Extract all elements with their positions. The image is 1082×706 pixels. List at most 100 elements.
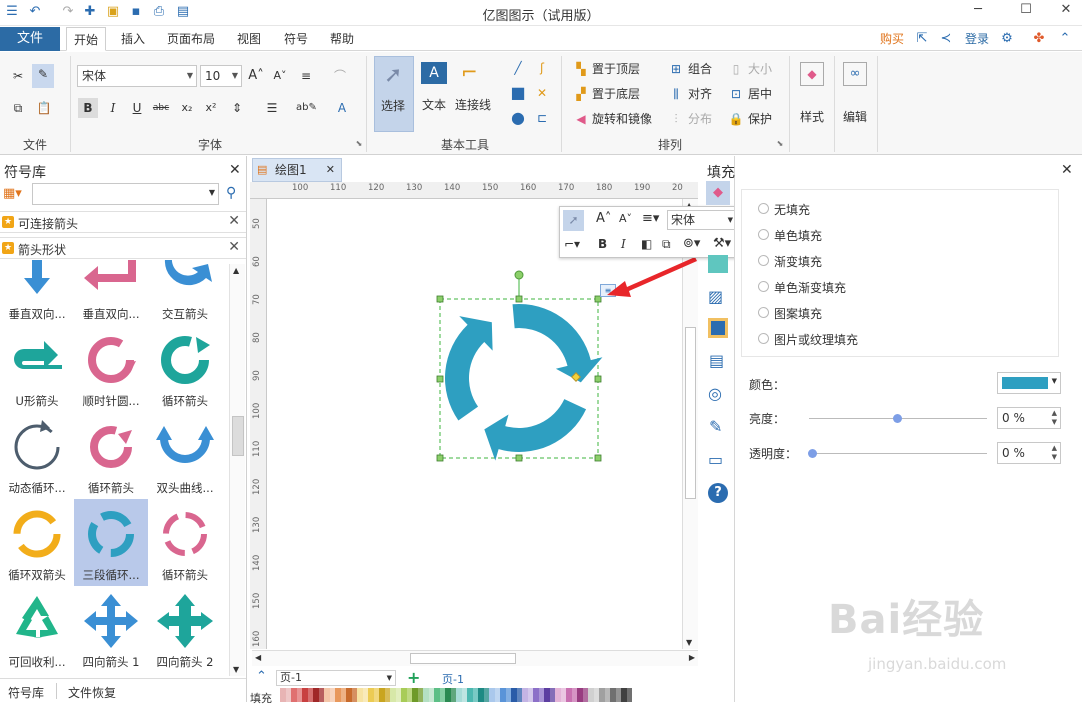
symbol-interaction-arrow[interactable]: 交互箭头 bbox=[148, 260, 222, 325]
send-to-back-button[interactable]: 置于底层 bbox=[592, 85, 640, 103]
italic-icon[interactable]: I bbox=[621, 237, 626, 251]
close-button[interactable]: ✕ bbox=[1054, 2, 1078, 22]
symbol-vertical-double-arrow-2[interactable]: 垂直双向... bbox=[74, 260, 148, 325]
library-header-arrow-shapes[interactable]: ★ 箭头形状 ✕ bbox=[0, 237, 246, 259]
radio-pattern-fill[interactable] bbox=[758, 307, 769, 318]
image-tab-icon[interactable]: ▨ bbox=[708, 287, 723, 306]
font-size-select[interactable]: 10 ▼ bbox=[200, 65, 242, 87]
underline-icon[interactable]: U bbox=[127, 98, 147, 118]
radio-no-fill[interactable] bbox=[758, 203, 769, 214]
library-header-connectable-arrows[interactable]: ★ 可连接箭头 ✕ bbox=[0, 211, 246, 233]
align-button[interactable]: 对齐 bbox=[688, 85, 712, 103]
bring-to-front-button[interactable]: 置于顶层 bbox=[592, 60, 640, 78]
symbol-four-way-arrow-1[interactable]: 四向箭头 1 bbox=[74, 586, 148, 673]
bring-front-icon[interactable]: ◧ bbox=[641, 237, 652, 251]
align-text-icon[interactable]: ≡ bbox=[296, 66, 316, 86]
canvas-horizontal-scrollbar[interactable]: ◀ ▶ bbox=[252, 650, 698, 666]
search-icon[interactable]: ⚲ bbox=[226, 185, 236, 201]
paste-icon[interactable]: 📋 bbox=[34, 98, 54, 118]
symbol-three-segment-cycle[interactable]: 三段循环... bbox=[74, 499, 148, 586]
grow-font-icon[interactable]: A˄ bbox=[596, 211, 611, 226]
distribute-icon[interactable]: ⫶ bbox=[666, 109, 686, 129]
layer-tab-icon[interactable] bbox=[708, 318, 728, 338]
menu-file[interactable]: 文件 bbox=[0, 27, 60, 51]
tab-page-layout[interactable]: 页面布局 bbox=[162, 27, 220, 51]
size-icon[interactable]: ▯ bbox=[726, 59, 746, 79]
option-picture-fill[interactable]: 图片或纹理填充 bbox=[774, 331, 858, 348]
close-library-icon[interactable]: ✕ bbox=[228, 239, 240, 255]
social-share-icon[interactable]: ≺ bbox=[938, 31, 954, 47]
share-icon[interactable]: ⇱ bbox=[914, 31, 930, 47]
transparency-slider[interactable] bbox=[809, 453, 987, 454]
font-family-select[interactable]: 宋体 ▼ bbox=[77, 65, 197, 87]
line-spacing-icon[interactable]: ⇕ bbox=[227, 98, 247, 118]
send-back-icon[interactable]: ⧉ bbox=[662, 237, 671, 252]
option-no-fill[interactable]: 无填充 bbox=[774, 201, 810, 218]
arrange-dialog-launcher-icon[interactable]: ⬊ bbox=[770, 134, 790, 154]
document-tab[interactable]: ▤ 绘图1 ✕ bbox=[252, 158, 342, 182]
shrink-font-icon[interactable]: A˅ bbox=[270, 66, 290, 86]
scroll-right-icon[interactable]: ▶ bbox=[689, 653, 695, 662]
tab-help[interactable]: 帮助 bbox=[322, 27, 362, 51]
select-tool-button[interactable]: ➚ 选择 bbox=[374, 56, 414, 132]
crop-tool-icon[interactable]: ⊏ bbox=[532, 108, 552, 128]
center-icon[interactable]: ⊡ bbox=[726, 84, 746, 104]
point-tool-icon[interactable]: ✕ bbox=[532, 83, 552, 103]
page-tab[interactable]: 页-1 bbox=[442, 671, 464, 687]
connector-tool-button[interactable]: ⌐ 连接线 bbox=[453, 56, 497, 132]
help-icon[interactable]: ? bbox=[708, 483, 728, 503]
tab-home[interactable]: 开始 bbox=[66, 27, 106, 51]
radio-single-gradient-fill[interactable] bbox=[758, 281, 769, 292]
scroll-up-icon[interactable]: ▲ bbox=[233, 266, 239, 275]
radio-solid-fill[interactable] bbox=[758, 229, 769, 240]
tab-view[interactable]: 视图 bbox=[229, 27, 269, 51]
scroll-down-icon[interactable]: ▼ bbox=[686, 638, 692, 647]
option-gradient-fill[interactable]: 渐变填充 bbox=[774, 253, 822, 270]
brightness-input[interactable]: 0 % ▲ ▼ bbox=[997, 407, 1061, 429]
tab-insert[interactable]: 插入 bbox=[113, 27, 153, 51]
symbol-u-arrow[interactable]: U形箭头 bbox=[0, 325, 74, 412]
symbol-clockwise-circle[interactable]: 顺时针圆... bbox=[74, 325, 148, 412]
bold-icon[interactable]: B bbox=[78, 98, 98, 118]
lock-icon[interactable]: 🔒 bbox=[726, 109, 746, 129]
group-icon[interactable]: ⊞ bbox=[666, 59, 686, 79]
text-path-icon[interactable]: ⌒ bbox=[330, 66, 350, 86]
line-tool-icon[interactable]: ╱ bbox=[508, 58, 528, 78]
scroll-thumb[interactable] bbox=[410, 653, 516, 664]
minimize-button[interactable]: ─ bbox=[966, 2, 990, 22]
symbol-recycle[interactable]: 可回收利... bbox=[0, 586, 74, 673]
fill-color-picker[interactable]: ▼ bbox=[997, 372, 1061, 394]
option-single-gradient-fill[interactable]: 单色渐变填充 bbox=[774, 279, 846, 296]
rotate-mirror-button[interactable]: 旋转和镜像 bbox=[592, 110, 652, 128]
subscript-icon[interactable]: x₂ bbox=[177, 98, 197, 118]
buy-link[interactable]: 购买 bbox=[876, 27, 908, 51]
scroll-left-icon[interactable]: ◀ bbox=[255, 653, 261, 662]
send-to-back-icon[interactable]: ▞ bbox=[571, 84, 591, 104]
align-text-icon[interactable]: ≡▾ bbox=[642, 211, 659, 226]
symbol-double-curve[interactable]: 双头曲线... bbox=[148, 412, 222, 499]
size-button[interactable]: 大小 bbox=[748, 60, 772, 78]
bring-to-front-icon[interactable]: ▚ bbox=[571, 59, 591, 79]
tab-symbol-library[interactable]: 符号库 bbox=[8, 684, 44, 701]
fill-color-icon[interactable]: ⊚▾ bbox=[683, 236, 700, 251]
scroll-thumb[interactable] bbox=[232, 416, 244, 456]
symbol-cycle-arrow-3[interactable]: 循环箭头 bbox=[148, 499, 222, 586]
three-segment-cycle-shape[interactable] bbox=[434, 268, 610, 468]
pointer-icon[interactable]: ➚ bbox=[563, 210, 584, 231]
rectangle-tool-icon[interactable]: ■ bbox=[508, 83, 528, 103]
tab-symbols[interactable]: 符号 bbox=[276, 27, 316, 51]
distribute-button[interactable]: 分布 bbox=[688, 110, 712, 128]
add-page-icon[interactable]: + bbox=[407, 668, 420, 687]
page-select[interactable]: 页-1 ▼ bbox=[276, 670, 396, 686]
edit-button[interactable]: ∞ 编辑 bbox=[839, 56, 873, 136]
curve-tool-icon[interactable]: ʃ bbox=[532, 58, 552, 78]
option-pattern-fill[interactable]: 图案填充 bbox=[774, 305, 822, 322]
close-fill-panel-icon[interactable]: ✕ bbox=[1061, 162, 1073, 178]
fill-tab-icon[interactable]: ◆ bbox=[706, 181, 730, 205]
copy-icon[interactable]: ⧉ bbox=[8, 98, 28, 118]
palette-color-swatch[interactable] bbox=[626, 688, 632, 702]
connector-style-icon[interactable]: ⌐▾ bbox=[564, 237, 580, 251]
text-tool-button[interactable]: A 文本 bbox=[418, 56, 452, 132]
scroll-thumb[interactable] bbox=[685, 327, 696, 499]
center-button[interactable]: 居中 bbox=[748, 85, 772, 103]
